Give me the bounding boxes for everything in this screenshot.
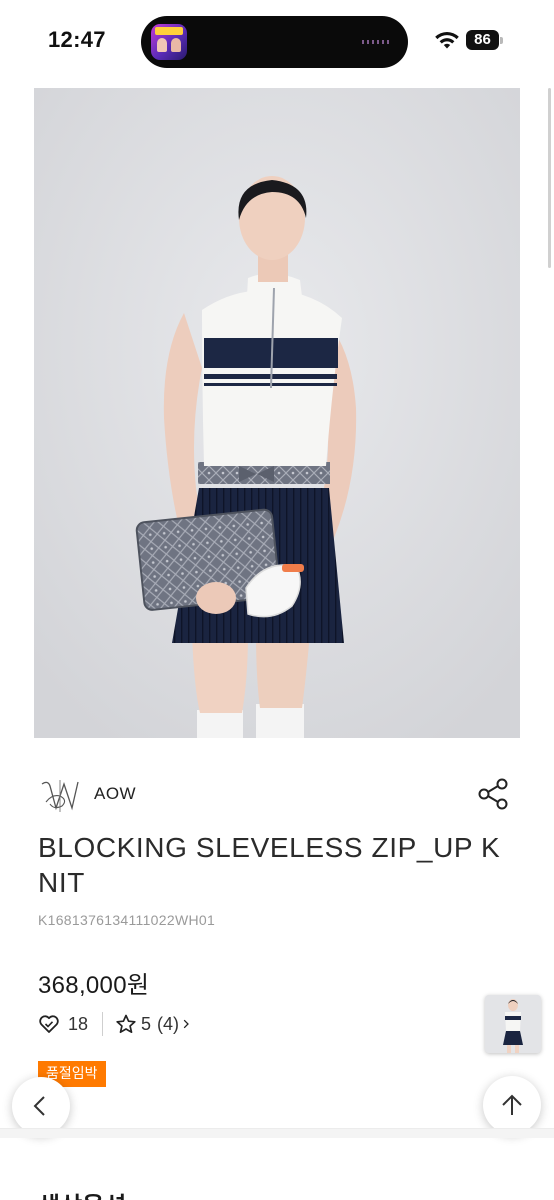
scroll-indicator[interactable] xyxy=(548,88,551,268)
star-icon xyxy=(116,1014,136,1034)
scroll-top-button[interactable] xyxy=(483,1076,541,1134)
product-price: 368,000원 xyxy=(38,972,150,999)
back-button[interactable] xyxy=(12,1077,70,1135)
rating-count: (4) xyxy=(157,1013,180,1034)
wifi-icon xyxy=(435,31,459,49)
chevron-left-icon xyxy=(33,1096,45,1116)
chevron-right-icon xyxy=(183,1019,189,1029)
like-button[interactable]: 18 xyxy=(38,1010,88,1038)
share-icon[interactable] xyxy=(474,775,512,813)
product-code: K1681376134111022WH01 xyxy=(38,912,216,928)
rating-score: 5 xyxy=(141,1013,152,1034)
product-photo-illustration xyxy=(34,88,520,738)
product-title: BLOCKING SLEVELESS ZIP_UP KNIT xyxy=(38,832,501,898)
dynamic-island[interactable] xyxy=(141,16,408,68)
island-app-icon[interactable] xyxy=(151,24,187,60)
status-time: 12:47 xyxy=(48,27,106,52)
status-bar: 12:47 86 xyxy=(0,0,554,84)
divider xyxy=(102,1012,103,1036)
recent-product-thumbnail[interactable] xyxy=(485,995,541,1053)
battery-level: 86 xyxy=(474,31,491,48)
thumbnail-image xyxy=(485,995,541,1053)
brand-name[interactable]: AOW xyxy=(94,784,136,804)
rating-link[interactable]: 5 (4) xyxy=(115,1010,195,1038)
section-separator xyxy=(0,1128,554,1138)
product-photo[interactable] xyxy=(34,88,520,738)
heart-icon xyxy=(39,1015,59,1033)
like-count: 18 xyxy=(68,1013,89,1034)
island-activity-indicator xyxy=(362,40,392,44)
section-heading: 색상옵션 xyxy=(38,1186,126,1200)
battery-icon: 86 xyxy=(466,30,503,50)
brand-logo-icon[interactable] xyxy=(38,772,82,816)
arrow-up-icon xyxy=(502,1094,522,1115)
